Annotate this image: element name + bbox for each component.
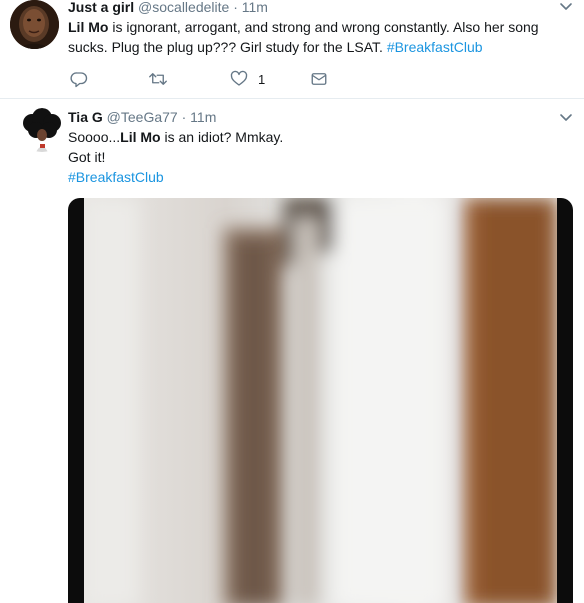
reply-icon <box>70 70 88 88</box>
timestamp[interactable]: 11m <box>190 109 216 125</box>
tweet-header: Just a girl @socalledelite · 11m <box>68 0 268 15</box>
retweet-icon <box>148 70 168 88</box>
hashtag-link[interactable]: #BreakfastClub <box>68 169 164 185</box>
display-name[interactable]: Just a girl <box>68 0 134 15</box>
mention-name: Lil Mo <box>120 129 161 145</box>
tweet-text-line: sucks. Plug the plug up??? Girl study fo… <box>68 39 387 55</box>
tweet[interactable]: Tia G @TeeGa77 · 11m Soooo...Lil Mo is a… <box>0 99 584 603</box>
retweet-button[interactable] <box>148 67 168 91</box>
separator: · <box>181 109 187 125</box>
chevron-down-icon[interactable] <box>558 109 574 125</box>
video-frame <box>84 198 557 603</box>
user-handle[interactable]: @socalledelite <box>138 0 229 15</box>
avatar[interactable] <box>10 0 59 49</box>
tweet-text-line: is an idiot? Mmkay. <box>160 129 284 145</box>
chevron-down-icon[interactable] <box>558 0 574 14</box>
media-video[interactable] <box>68 198 573 603</box>
tweet[interactable]: Just a girl @socalledelite · 11m Lil Mo … <box>0 0 584 99</box>
tweet-actions: 1 <box>68 67 368 91</box>
user-handle[interactable]: @TeeGa77 <box>107 109 178 125</box>
timestamp[interactable]: 11m <box>242 0 268 15</box>
tweet-text: Soooo...Lil Mo is an idiot? Mmkay. Got i… <box>68 127 568 187</box>
hashtag-link[interactable]: #BreakfastClub <box>387 39 483 55</box>
heart-icon <box>230 70 248 88</box>
like-button[interactable]: 1 <box>230 67 265 91</box>
direct-message-button[interactable] <box>310 67 328 91</box>
tweet-text-line: is ignorant, arrogant, and strong and wr… <box>108 19 539 35</box>
tweet-text-line: Soooo... <box>68 129 121 145</box>
envelope-icon <box>310 70 328 88</box>
tweet-text: Lil Mo is ignorant, arrogant, and strong… <box>68 17 568 57</box>
separator: · <box>233 0 238 15</box>
tweet-header: Tia G @TeeGa77 · 11m <box>68 109 216 125</box>
mention-name: Lil Mo <box>68 19 109 35</box>
tweet-text-line: Got it! <box>68 149 106 165</box>
like-count: 1 <box>258 71 266 87</box>
reply-button[interactable] <box>70 67 88 91</box>
avatar[interactable] <box>20 108 64 152</box>
display-name[interactable]: Tia G <box>68 109 103 125</box>
